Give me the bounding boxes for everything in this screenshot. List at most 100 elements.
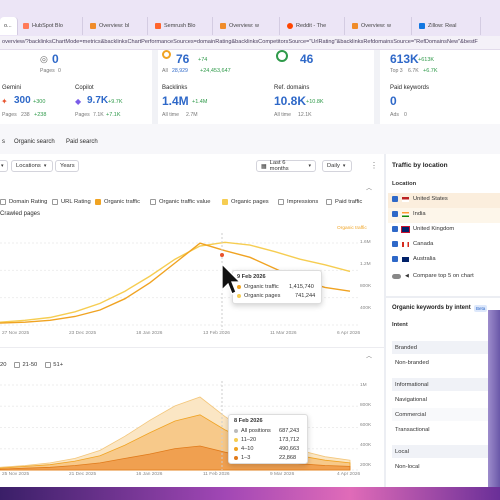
metric-card-middle: 76 +74 All 28,929 +24,453,647 46 Backlin… — [158, 50, 374, 124]
paid-keywords-value[interactable]: 0 — [390, 94, 397, 108]
dropdown-stub[interactable]: ▾ — [0, 160, 8, 172]
section-nav: s Organic search Paid search — [0, 124, 500, 154]
checkbox-checked — [392, 196, 398, 202]
y-tick-label: 400K — [360, 306, 372, 311]
checkbox — [45, 362, 52, 368]
filter-51plus[interactable]: 51+ — [45, 362, 63, 368]
browser-tab-zillow[interactable]: Zillow: Real — [415, 17, 481, 35]
location-row-canada[interactable]: Canada — [392, 241, 433, 247]
location-row-uk[interactable]: United Kingdom — [392, 225, 454, 233]
intent-row-informational[interactable]: Informational — [392, 378, 500, 391]
legend-paid-traffic[interactable]: Paid traffic — [326, 199, 362, 205]
more-options-icon[interactable]: ⋮ — [370, 161, 378, 170]
legend-label: Organic traffic value — [159, 199, 211, 205]
beta-badge: Beta — [474, 305, 488, 312]
legend-organic-traffic[interactable]: Organic traffic — [95, 199, 140, 205]
checkbox-checked — [392, 241, 398, 247]
location-row-us[interactable]: United States — [392, 196, 448, 202]
tooltip-row-label: 1–3 — [241, 455, 251, 461]
tooltip-row-value: 1,415,740 — [289, 284, 314, 290]
filter-label: 51+ — [53, 362, 64, 368]
location-row-india[interactable]: India — [392, 211, 426, 217]
ahrefs-icon — [220, 23, 226, 29]
intent-label: Branded — [395, 344, 417, 351]
collapse-icon[interactable]: ︿ — [366, 351, 372, 360]
checkbox — [278, 199, 284, 205]
legend-impressions[interactable]: Impressions — [278, 199, 318, 205]
intent-label: Navigational — [395, 396, 427, 403]
backlinks-alltime-value: 2.7M — [186, 112, 198, 118]
legend-label: URL Rating — [61, 199, 91, 205]
tooltip-row-label: Organic traffic — [244, 284, 279, 290]
refdomains-value[interactable]: 10.8K — [274, 94, 306, 108]
legend-label: Domain Rating — [9, 199, 48, 205]
location-row-australia[interactable]: Australia — [392, 256, 436, 262]
interval-dropdown[interactable]: Daily ▾ — [322, 160, 352, 172]
chevron-down-icon: ▾ — [342, 163, 346, 169]
backlinks-alltime-label: All time — [162, 112, 180, 118]
location-column-header: Location — [392, 181, 417, 187]
checkbox — [52, 199, 58, 205]
backlinks-value[interactable]: 1.4M — [162, 94, 189, 108]
metric-card-right: 613K +613K Top 3 6.7K +6.7K Paid keyword… — [380, 50, 500, 124]
y-tick-label: 800K — [360, 284, 372, 289]
collapse-icon[interactable]: ︿ — [366, 183, 372, 192]
browser-tab-reddit[interactable]: Reddit - The — [283, 17, 345, 35]
x-tick-label: 4 Apr 2026 — [337, 472, 361, 477]
legend-crawled-pages[interactable]: Crawled pages — [0, 211, 40, 217]
legend-organic-value[interactable]: Organic traffic value — [150, 199, 210, 205]
tab-bar: o... HubSpot Blo Overview: bl Semrush Bl… — [0, 0, 500, 36]
legend-url-rating[interactable]: URL Rating — [52, 199, 91, 205]
us-flag-icon — [402, 196, 409, 202]
compare-top5-toggle[interactable]: ◀ Compare top 5 on chart — [392, 273, 474, 279]
australia-flag-icon — [402, 256, 409, 262]
tooltip-row-value: 490,663 — [279, 446, 300, 452]
ahrefs-icon — [352, 23, 358, 29]
y-tick-label: 600K — [360, 423, 372, 428]
x-tick-label: 13 Feb 2026 — [203, 331, 230, 336]
intent-row-branded[interactable]: Branded — [392, 341, 500, 354]
browser-tab-hubspot[interactable]: HubSpot Blo — [19, 17, 83, 35]
address-bar[interactable]: overview/?backlinksChartMode=metrics&bac… — [0, 36, 500, 50]
intent-row-commercial[interactable]: Commercial — [392, 408, 500, 421]
intent-row-nonbranded[interactable]: Non-branded — [392, 356, 500, 369]
locations-dropdown[interactable]: Locations ▾ — [11, 160, 53, 172]
intent-row-transactional[interactable]: Transactional — [392, 423, 500, 436]
years-dropdown[interactable]: Years — [55, 160, 79, 172]
browser-tab-overview-1[interactable]: Overview: bl — [86, 17, 148, 35]
filter-top20[interactable]: 20 — [0, 362, 6, 368]
mouse-cursor-icon — [221, 262, 242, 295]
browser-tab-overview-3[interactable]: Overview: w — [348, 17, 412, 35]
location-name: India — [413, 211, 426, 217]
tab-organic-search[interactable]: Organic search — [14, 139, 55, 145]
zillow-icon — [419, 23, 425, 29]
legend-dot — [234, 429, 238, 433]
browser-tab-active[interactable]: o... — [0, 17, 18, 35]
intent-row-nonlocal[interactable]: Non-local — [392, 460, 500, 473]
interval-label: Daily — [327, 163, 340, 169]
legend-domain-rating[interactable]: Domain Rating — [0, 199, 47, 205]
refdomains-label: Ref. domains — [274, 85, 310, 91]
tab-label: o... — [4, 23, 12, 29]
tooltip-row-value: 687,243 — [279, 428, 300, 434]
tooltip-row-label: 4–10 — [241, 446, 254, 452]
organic-traffic-value[interactable]: 613K — [390, 52, 419, 66]
browser-tab-semrush[interactable]: Semrush Blo — [151, 17, 213, 35]
position-filters: 20 21-50 51+ — [0, 362, 63, 368]
legend-organic-pages[interactable]: Organic pages — [222, 199, 269, 205]
calendar-icon: ▦ — [261, 163, 267, 170]
tab-overview[interactable]: s — [2, 139, 5, 145]
intent-row-navigational[interactable]: Navigational — [392, 393, 500, 406]
location-name: United States — [413, 196, 448, 202]
filter-21-50[interactable]: 21-50 — [14, 362, 37, 368]
date-range-dropdown[interactable]: ▦ Last 6 months ▾ — [256, 160, 316, 172]
tab-paid-search[interactable]: Paid search — [66, 139, 98, 145]
copilot-value[interactable]: 9.7K — [87, 95, 108, 106]
paid-keywords-label: Paid keywords — [390, 85, 430, 91]
tab-label: Overview: bl — [99, 23, 130, 29]
x-tick-label: 21 Dec 2025 — [69, 472, 97, 477]
browser-tab-overview-2[interactable]: Overview: w — [216, 17, 280, 35]
tooltip-row-label: Organic pages — [244, 293, 281, 299]
gemini-value[interactable]: 300 — [14, 95, 31, 106]
intent-row-local[interactable]: Local — [392, 445, 500, 458]
